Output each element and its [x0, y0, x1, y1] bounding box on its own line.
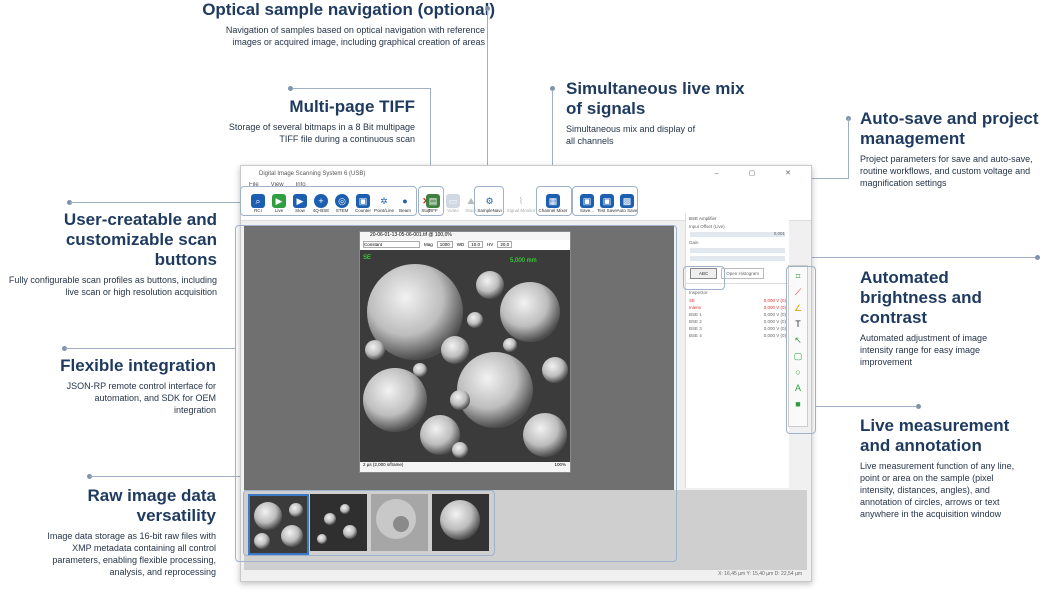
callout-livemix: Simultaneous live mix of signals Simulta… — [566, 79, 766, 147]
callout-desc: Simultaneous mix and display of all chan… — [566, 124, 696, 146]
callout-desc: Storage of several bitmaps in a 8 Bit mu… — [228, 122, 415, 144]
callout-title: Flexible integration — [60, 356, 216, 375]
connector-dot — [1035, 255, 1040, 260]
callout-desc: Automated adjustment of image intensity … — [860, 333, 988, 367]
connector-line — [65, 348, 235, 349]
connector-line — [848, 118, 849, 178]
connector-line — [90, 476, 245, 477]
callout-scanbtn: User-creatable and customizable scan but… — [0, 210, 217, 298]
highlight-scan-buttons — [240, 186, 417, 216]
callout-optical: Optical sample navigation (optional) Nav… — [175, 0, 495, 48]
title-bar: Digital Image Scanning System 6 (USB) – … — [241, 166, 811, 182]
highlight-save — [572, 186, 638, 216]
highlight-samplenavi — [474, 186, 504, 216]
highlight-abc — [683, 266, 725, 290]
callout-title: Auto-save and project management — [860, 109, 1039, 148]
callout-title: Raw image data versatility — [87, 486, 217, 525]
callout-title: User-creatable and customizable scan but… — [63, 210, 217, 269]
callout-title: Automated brightness and contrast — [860, 268, 982, 327]
connector-line — [487, 10, 488, 188]
callout-desc: JSON-RP remote control interface for aut… — [66, 381, 216, 415]
highlight-channel-mixer — [536, 186, 572, 216]
callout-autosave: Auto-save and project management Project… — [860, 109, 1042, 189]
callout-desc: Live measurement function of any line, p… — [860, 461, 1015, 519]
highlight-measure-tools — [786, 266, 816, 434]
connector-line — [292, 88, 430, 89]
window-controls[interactable]: – ▢ ✕ — [715, 169, 805, 177]
connector-line — [815, 406, 917, 407]
callout-integration: Flexible integration JSON-RP remote cont… — [20, 356, 216, 416]
highlight-tiff — [418, 186, 444, 216]
callout-desc: Navigation of samples based on optical n… — [225, 25, 485, 47]
callout-desc: Image data storage as 16-bit raw files w… — [47, 531, 216, 577]
chart-icon: ⌇ — [514, 194, 528, 208]
callout-desc: Project parameters for save and auto-sav… — [860, 154, 1033, 188]
callout-tiff: Multi-page TIFF Storage of several bitma… — [210, 97, 415, 145]
callout-measure: Live measurement and annotation Live mea… — [860, 416, 1042, 520]
highlight-thumbnails — [243, 490, 495, 556]
video-icon: ▭ — [446, 194, 460, 208]
callout-title: Simultaneous live mix of signals — [566, 79, 745, 118]
signal-monitor-button[interactable]: ⌇ Signal Monitor — [506, 194, 536, 213]
callout-rawdata: Raw image data versatility Image data st… — [20, 486, 216, 578]
callout-desc: Fully configurable scan profiles as butt… — [8, 275, 217, 297]
callout-title: Multi-page TIFF — [289, 97, 415, 116]
app-title: Digital Image Scanning System 6 (USB) — [259, 171, 366, 177]
callout-title: Optical sample navigation (optional) — [202, 0, 495, 19]
connector-line — [70, 202, 240, 203]
callout-brightness: Automated brightness and contrast Automa… — [860, 268, 1035, 368]
callout-title: Live measurement and annotation — [860, 416, 1010, 455]
